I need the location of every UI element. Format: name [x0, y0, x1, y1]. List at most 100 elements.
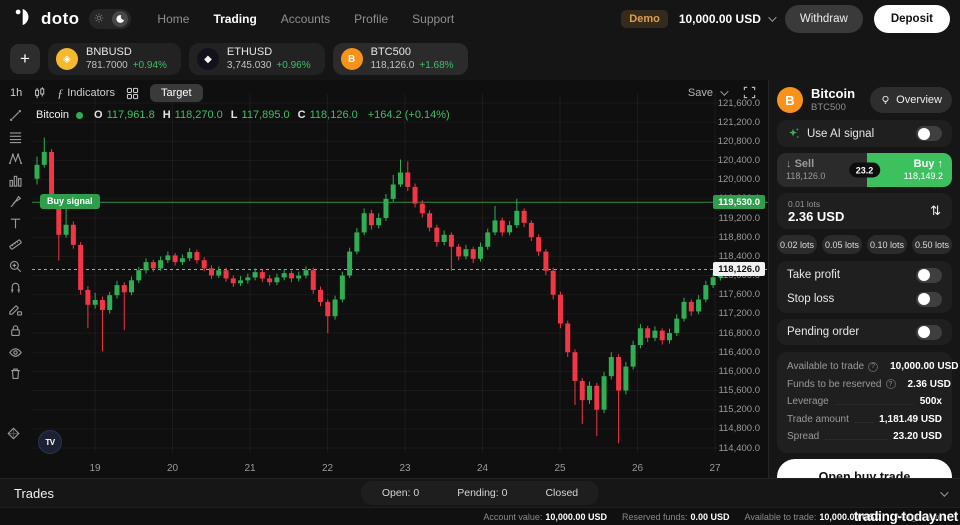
trades-tab-pending[interactable]: Pending: 0 — [438, 483, 526, 503]
balance-dropdown[interactable]: 10,000.00 USD — [678, 12, 777, 26]
spread-badge: 23.2 — [848, 162, 881, 178]
chart-toolbar: 1h ƒ Indicators Target — [0, 80, 768, 106]
instrument-tab-bnbusd[interactable]: ◈ BNBUSD 781.7000 +0.94% — [48, 43, 181, 75]
take-profit-label: Take profit — [787, 269, 841, 281]
info-icon[interactable]: ? — [868, 361, 879, 372]
instrument-title: Bitcoin — [811, 86, 856, 102]
timeframe-button[interactable]: 1h — [10, 87, 22, 99]
sun-icon — [92, 13, 104, 25]
nav-item-support[interactable]: Support — [412, 12, 454, 26]
forecast-icon[interactable] — [6, 173, 24, 188]
chart-section: 1h ƒ Indicators Target Save Bitcoin O 117… — [0, 80, 768, 478]
hide-all-drawings-icon[interactable] — [6, 345, 24, 360]
watermark: trading-today.net — [853, 509, 958, 524]
buy-signal-price-badge: 119,530.0 — [713, 195, 765, 210]
fullscreen-icon[interactable] — [743, 86, 756, 104]
price-axis-label: 120,400.0 — [717, 155, 760, 166]
nav-item-profile[interactable]: Profile — [354, 12, 388, 26]
target-button[interactable]: Target — [149, 84, 203, 102]
drawing-mode-icon[interactable] — [6, 302, 24, 317]
object-tree-icon[interactable] — [6, 426, 21, 446]
trades-tab-closed[interactable]: Closed — [526, 483, 597, 503]
ruler-icon[interactable] — [6, 237, 24, 252]
instrument-tab-btc500[interactable]: B BTC500 118,126.0 +1.68% — [332, 43, 468, 75]
zoom-in-icon[interactable] — [6, 259, 24, 274]
lot-preset-0.05[interactable]: 0.05 lots — [822, 235, 862, 254]
layout-grid-icon[interactable] — [126, 87, 139, 100]
instrument-change: +0.94% — [132, 59, 167, 71]
stop-loss-toggle[interactable] — [916, 291, 942, 307]
summary-row: Leverage 500x — [787, 396, 942, 408]
instrument-tabs-row: + ◈ BNBUSD 781.7000 +0.94% ◆ ETHUSD 3,745.030 +… — [0, 38, 960, 80]
lots-input[interactable]: 0.01 lots 2.36 USD ⇅ — [777, 193, 952, 229]
price-axis-label: 119,200.0 — [718, 212, 760, 224]
time-axis-label: 23 — [399, 463, 411, 474]
time-axis-label: 24 — [476, 463, 489, 474]
demo-badge: Demo — [621, 10, 668, 28]
text-tool-icon[interactable] — [6, 216, 24, 231]
lot-preset-0.50[interactable]: 0.50 lots — [912, 235, 952, 254]
moon-icon — [112, 11, 129, 27]
buy-signal-label: Buy signal — [40, 193, 100, 209]
nav-item-trading[interactable]: Trading — [213, 12, 256, 26]
change-value: +164.2 (+0.14%) — [367, 109, 450, 121]
overview-button[interactable]: Overview — [870, 87, 952, 113]
price-axis-label: 121,200.0 — [717, 116, 760, 128]
nav-item-home[interactable]: Home — [157, 12, 189, 26]
price-axis-label: 120,000.0 — [717, 174, 760, 186]
doto-logo[interactable]: doto — [14, 6, 79, 33]
time-axis-label: 21 — [244, 463, 256, 474]
withdraw-button[interactable]: Withdraw — [784, 5, 863, 33]
instrument-change: +1.68% — [419, 59, 454, 71]
collapse-chevron-icon[interactable] — [940, 484, 949, 502]
instrument-symbol: ETHUSD — [226, 46, 273, 59]
ai-signal-toggle[interactable] — [916, 126, 942, 141]
add-instrument-button[interactable]: + — [10, 44, 40, 74]
indicators-button[interactable]: ƒ Indicators — [57, 86, 115, 101]
take-profit-toggle[interactable] — [916, 267, 942, 283]
pending-order-toggle[interactable] — [916, 324, 942, 340]
candle-style-icon[interactable] — [33, 86, 46, 100]
current-price-badge: 118,126.0 — [713, 262, 765, 277]
instrument-price: 3,745.030 — [226, 59, 272, 71]
summary-row: Available to trade ? 10,000.00 USD — [787, 361, 959, 373]
trend-line-icon[interactable] — [6, 108, 24, 123]
candlestick-chart[interactable] — [0, 80, 768, 478]
balance-value: 10,000.00 USD — [678, 12, 761, 26]
instrument-change: +0.96% — [276, 59, 311, 71]
time-axis-label: 25 — [554, 463, 566, 474]
tradingview-logo[interactable]: TV — [38, 430, 62, 454]
instrument-symbol: BNBUSD — [86, 46, 132, 59]
fx-icon: ƒ — [57, 85, 64, 100]
swap-units-icon[interactable]: ⇅ — [930, 203, 941, 219]
save-layout-button[interactable]: Save — [688, 87, 729, 99]
lock-all-drawings-icon[interactable] — [6, 323, 24, 338]
account-status-bar: Account value: 10,000.00 USD Reserved fund… — [0, 507, 960, 525]
xabcd-pattern-icon[interactable] — [6, 151, 24, 166]
info-icon[interactable]: ? — [885, 379, 896, 390]
open-buy-trade-button[interactable]: Open buy trade — [777, 458, 952, 478]
price-axis-label: 115,600.0 — [718, 385, 760, 397]
brush-icon[interactable] — [6, 194, 24, 209]
theme-toggle[interactable] — [89, 9, 132, 29]
deposit-button[interactable]: Deposit — [873, 5, 950, 33]
nav-item-accounts[interactable]: Accounts — [281, 12, 330, 26]
time-axis-label: 27 — [709, 463, 721, 474]
lot-preset-0.02[interactable]: 0.02 lots — [777, 235, 817, 254]
trade-summary: Available to trade ? 10,000.00 USD Funds t… — [777, 352, 959, 453]
magnet-icon[interactable] — [6, 280, 24, 295]
instrument-price: 118,126.0 — [370, 59, 415, 71]
bitcoin-icon: B — [777, 87, 803, 113]
trades-tabs: Open: 0 Pending: 0 Closed — [360, 481, 600, 505]
fib-retracement-icon[interactable] — [6, 130, 24, 145]
trades-tab-open[interactable]: Open: 0 — [363, 483, 438, 503]
instrument-tab-ethusd[interactable]: ◆ ETHUSD 3,745.030 +0.96% — [188, 43, 325, 75]
eth-icon: ◆ — [196, 48, 219, 70]
time-axis-label: 19 — [89, 463, 101, 474]
trade-panel: B Bitcoin BTC500 Overview Use AI signal … — [768, 80, 960, 478]
remove-all-drawings-icon[interactable] — [6, 366, 24, 381]
lot-preset-0.10[interactable]: 0.10 lots — [867, 235, 907, 254]
time-axis-label: 20 — [166, 463, 179, 474]
doto-logo-icon — [14, 6, 36, 33]
high-value: 118,270.0 — [174, 109, 223, 121]
